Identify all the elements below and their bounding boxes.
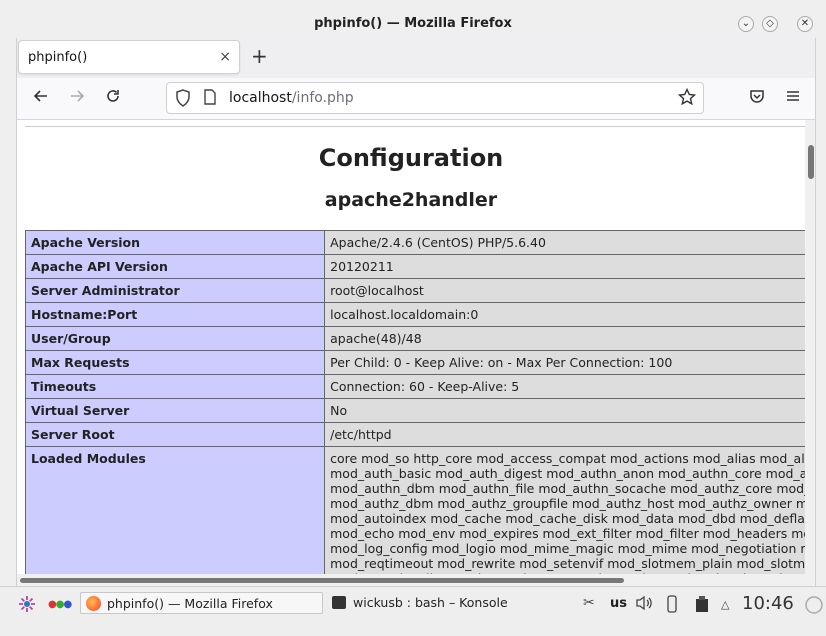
clock[interactable]: 10:46 <box>742 593 794 614</box>
forward-icon[interactable] <box>69 88 85 109</box>
window-title: phpinfo() — Mozilla Firefox <box>314 16 512 31</box>
table-row: Apache API Version 20120211 <box>24 254 805 279</box>
desktop-screen: phpinfo() — Mozilla Firefox ⌄ ◇ ✕ phpinf… <box>0 0 826 636</box>
row-label: Apache API Version <box>24 254 326 279</box>
modules-list: core mod_so http_core mod_access_compat … <box>324 446 805 574</box>
konsole-icon <box>332 596 346 609</box>
row-value: /etc/httpd <box>324 422 805 447</box>
maximize-button[interactable]: ◇ <box>762 16 778 32</box>
tab-strip: phpinfo() × + <box>17 38 815 78</box>
shield-icon[interactable] <box>175 89 191 111</box>
row-value: Connection: 60 - Keep-Alive: 5 <box>324 374 805 399</box>
row-label: Timeouts <box>24 374 326 399</box>
taskbar: ●●● phpinfo() — Mozilla Firefox wickusb … <box>0 586 826 636</box>
module-line: mod_authn_dbm mod_authn_file mod_authn_s… <box>330 481 805 496</box>
module-line: mod_log_config mod_logio mod_mime_magic … <box>330 541 805 556</box>
menu-icon[interactable] <box>785 88 801 109</box>
task-konsole[interactable]: wickusb : bash – Konsole <box>327 592 567 614</box>
url-path: /info.php <box>291 90 354 106</box>
row-label: Hostname:Port <box>24 302 326 327</box>
storage-icon[interactable] <box>694 595 710 617</box>
back-icon[interactable] <box>33 88 49 109</box>
task-label: wickusb : bash – Konsole <box>353 595 508 610</box>
row-value: Per Child: 0 - Keep Alive: on - Max Per … <box>324 350 805 375</box>
table-row: Hostname:Port localhost.localdomain:0 <box>24 302 805 327</box>
page-icon[interactable] <box>203 89 217 109</box>
row-label: Virtual Server <box>24 398 326 423</box>
pager-icon[interactable]: ●●● <box>48 599 72 610</box>
horizontal-scrollbar[interactable] <box>17 574 815 586</box>
device-icon[interactable] <box>665 595 679 617</box>
firefox-icon <box>86 596 101 611</box>
row-value: 20120211 <box>324 254 805 279</box>
task-firefox[interactable]: phpinfo() — Mozilla Firefox <box>80 592 323 614</box>
page-heading: Configuration <box>318 144 504 172</box>
module-line: mod_echo mod_env mod_expires mod_ext_fil… <box>330 526 805 541</box>
close-window-button[interactable]: ✕ <box>797 16 813 32</box>
vertical-scroll-thumb[interactable] <box>808 145 814 179</box>
keyboard-layout[interactable]: us <box>610 596 627 611</box>
info-table: Apache Version Apache/2.4.6 (CentOS) PHP/… <box>24 230 805 574</box>
url-text[interactable]: localhost/info.php <box>229 90 354 106</box>
table-row: Virtual Server No <box>24 398 805 423</box>
row-value: root@localhost <box>324 278 805 303</box>
row-label: Max Requests <box>24 350 326 375</box>
horizontal-scroll-thumb[interactable] <box>20 578 624 583</box>
table-row: Max Requests Per Child: 0 - Keep Alive: o… <box>24 350 805 375</box>
table-row: Timeouts Connection: 60 - Keep-Alive: 5 <box>24 374 805 399</box>
row-value: Apache/2.4.6 (CentOS) PHP/5.6.40 <box>324 230 805 255</box>
table-row: Loaded Modules core mod_so http_core mod_… <box>24 446 805 574</box>
row-value: localhost.localdomain:0 <box>324 302 805 327</box>
vertical-scrollbar[interactable] <box>805 120 815 574</box>
bookmark-star-icon[interactable] <box>677 87 697 110</box>
row-label: Loaded Modules <box>24 446 326 574</box>
window-titlebar[interactable]: phpinfo() — Mozilla Firefox ⌄ ◇ ✕ <box>0 12 826 38</box>
divider <box>25 126 805 127</box>
url-bar[interactable]: localhost/info.php <box>166 82 704 114</box>
module-line: mod_reqtimeout mod_rewrite mod_setenvif … <box>330 556 805 571</box>
module-line: mod_autoindex mod_cache mod_cache_disk m… <box>330 511 805 526</box>
url-host: localhost <box>229 90 292 106</box>
page-content[interactable]: Configuration apache2handler Apache Vers… <box>17 120 805 574</box>
tab-phpinfo[interactable]: phpinfo() × <box>18 40 240 74</box>
section-heading: apache2handler <box>324 189 498 211</box>
row-label: User/Group <box>24 326 326 351</box>
minimize-button[interactable]: ⌄ <box>738 16 754 32</box>
new-tab-button[interactable]: + <box>251 44 268 68</box>
table-row: Server Root/etc/httpd <box>24 422 805 447</box>
reload-icon[interactable] <box>105 88 121 109</box>
module-line: mod_authz_dbm mod_authz_groupfile mod_au… <box>330 496 805 511</box>
tab-label: phpinfo() <box>28 50 88 65</box>
tray-expand-icon[interactable]: △ <box>721 598 729 611</box>
row-label: Server Administrator <box>24 278 326 303</box>
session-icon[interactable] <box>804 595 824 619</box>
table-row: Apache Version Apache/2.4.6 (CentOS) PHP/… <box>24 230 805 255</box>
pocket-icon[interactable] <box>749 88 765 109</box>
tab-close-icon[interactable]: × <box>219 49 231 65</box>
table-row: User/Group apache(48)/48 <box>24 326 805 351</box>
module-line: mod_auth_basic mod_auth_digest mod_authn… <box>330 466 805 481</box>
navigation-toolbar: localhost/info.php <box>17 78 815 120</box>
row-value: No <box>324 398 805 423</box>
row-label: Server Root <box>24 422 326 447</box>
clipboard-scissors-icon[interactable]: ✂ <box>583 595 595 611</box>
firefox-window: phpinfo() × + localhost/info.php Configu… <box>16 38 816 586</box>
module-line: core mod_so http_core mod_access_compat … <box>330 451 805 466</box>
task-label: phpinfo() — Mozilla Firefox <box>107 596 273 611</box>
row-label: Apache Version <box>24 230 326 255</box>
table-row: Server Administrator root@localhost <box>24 278 805 303</box>
app-launcher-icon[interactable] <box>18 595 36 618</box>
row-value: apache(48)/48 <box>324 326 805 351</box>
volume-icon[interactable] <box>635 595 655 615</box>
